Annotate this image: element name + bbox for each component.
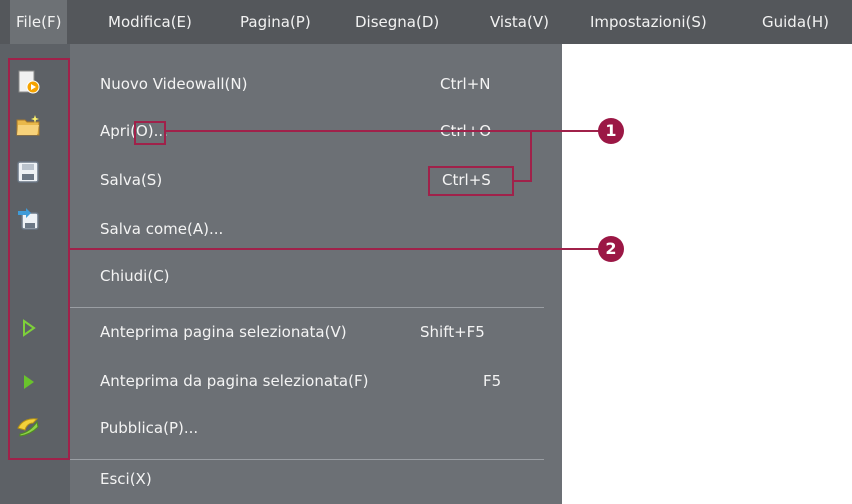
shortcut-highlight	[428, 166, 514, 196]
menu-disegna[interactable]: Disegna(D)	[355, 0, 439, 44]
menubar: File(F) Modifica(E) Pagina(P) Disegna(D)…	[0, 0, 852, 44]
menu-item-close[interactable]: Chiudi(C)	[100, 256, 170, 296]
menu-item-publish[interactable]: Pubblica(P)...	[100, 408, 198, 448]
menu-separator	[70, 307, 544, 308]
shortcut-preview-from-selected: F5	[483, 372, 502, 390]
callout-line	[70, 248, 600, 250]
callout-line	[166, 130, 600, 132]
menu-impostazioni[interactable]: Impostazioni(S)	[590, 0, 707, 44]
callout-line	[514, 180, 532, 182]
menu-vista[interactable]: Vista(V)	[490, 0, 549, 44]
menu-item-preview-selected[interactable]: Anteprima pagina selezionata(V)	[100, 312, 347, 352]
menu-item-exit[interactable]: Esci(X)	[100, 459, 152, 499]
menu-item-save-as[interactable]: Salva come(A)...	[100, 209, 223, 249]
menu-item-new-videowall[interactable]: Nuovo Videowall(N)	[100, 64, 247, 104]
callout-line	[530, 130, 532, 182]
menu-file[interactable]: File(F)	[10, 0, 68, 44]
callout-badge-1: 1	[598, 118, 624, 144]
menu-item-preview-from-selected[interactable]: Anteprima da pagina selezionata(F)	[100, 361, 368, 401]
shortcut-new: Ctrl+N	[440, 75, 491, 93]
shortcut-preview-selected: Shift+F5	[420, 323, 485, 341]
callout-badge-2: 2	[598, 236, 624, 262]
menu-modifica[interactable]: Modifica(E)	[108, 0, 192, 44]
menu-pagina[interactable]: Pagina(P)	[240, 0, 311, 44]
icon-strip-highlight	[8, 58, 70, 460]
menu-item-save[interactable]: Salva(S)	[100, 160, 162, 200]
mnemonic-highlight	[134, 121, 166, 145]
menu-guida[interactable]: Guida(H)	[762, 0, 829, 44]
